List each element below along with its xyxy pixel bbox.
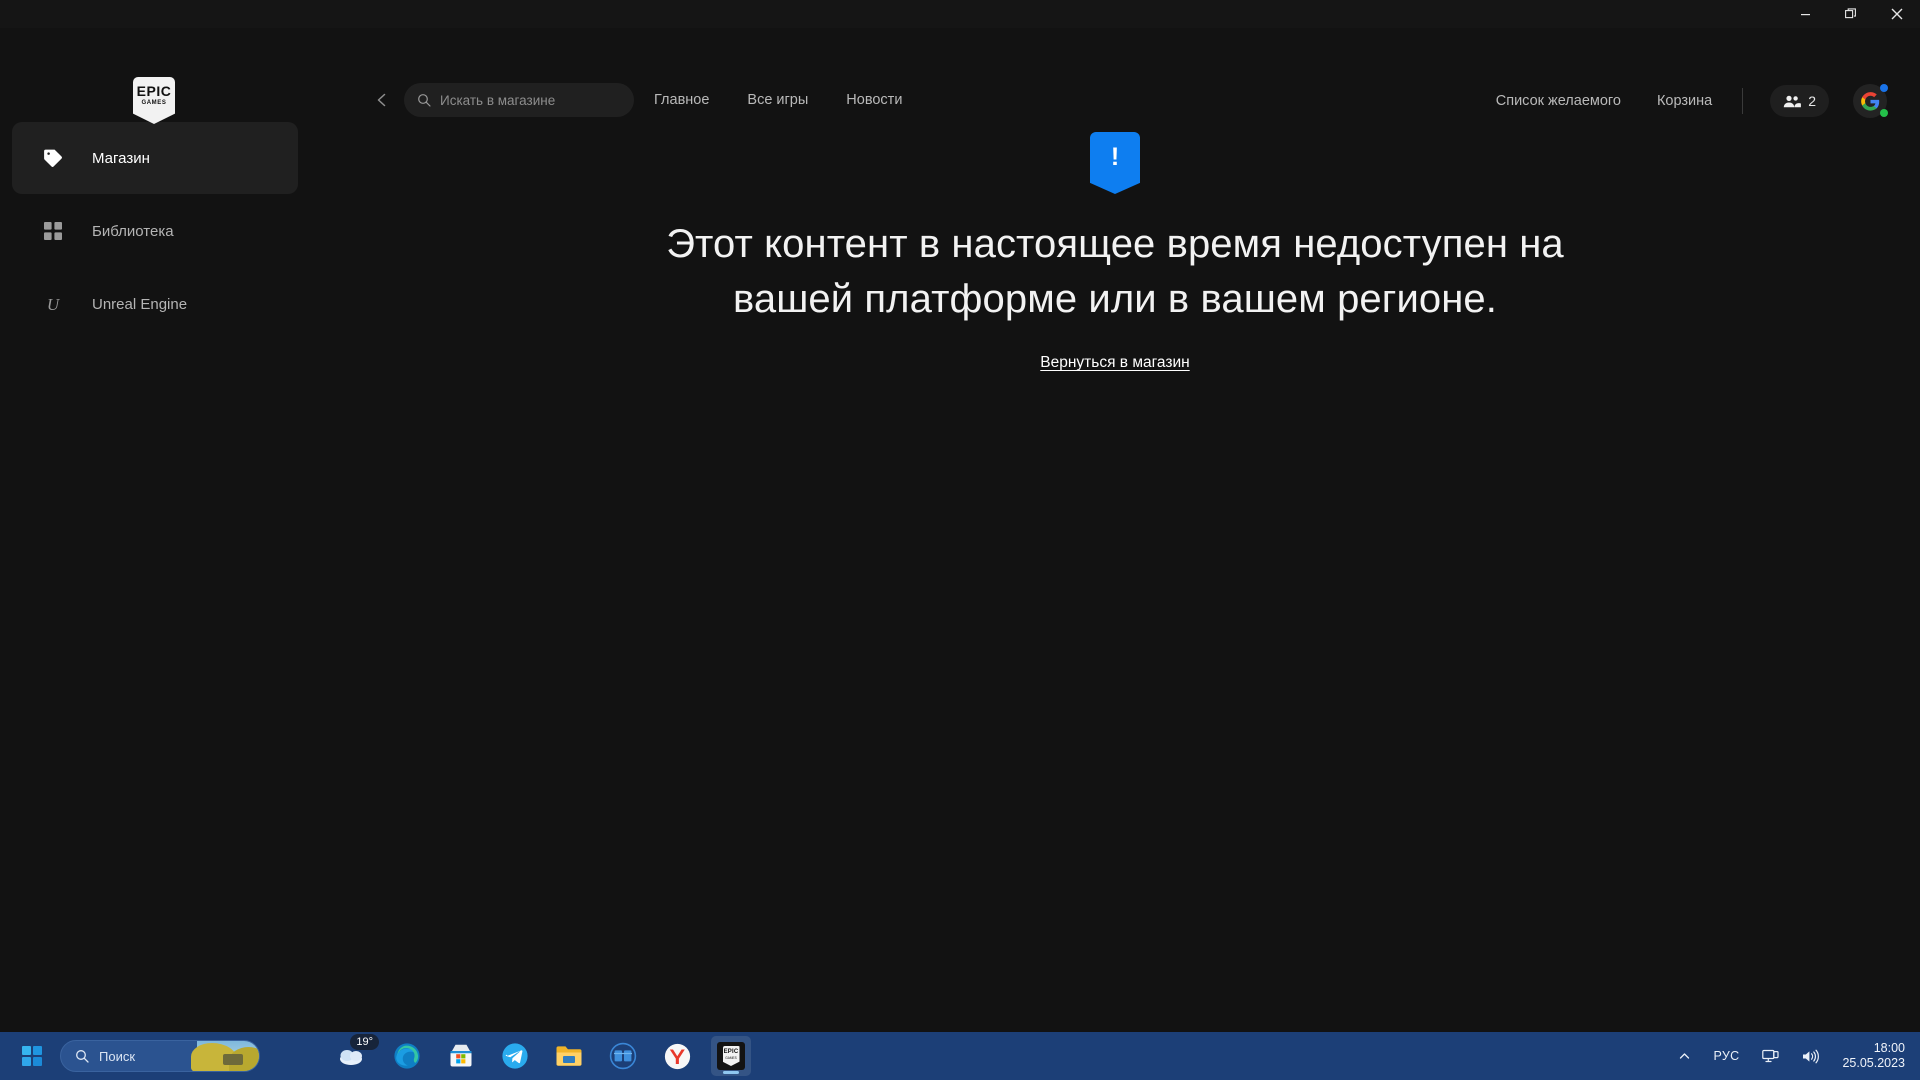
- sidebar-item-store[interactable]: Магазин: [12, 122, 298, 194]
- sidebar-item-label: Магазин: [92, 149, 150, 167]
- main-content: ! Этот контент в настоящее время недосту…: [310, 104, 1920, 1024]
- search-placeholder: Искать в магазине: [440, 92, 556, 108]
- logo-text-games: GAMES: [141, 100, 167, 106]
- restore-button[interactable]: [1828, 0, 1874, 28]
- minimize-button[interactable]: [1782, 0, 1828, 28]
- windows-taskbar: Поиск 19° EPIC GAMES РУС 18:00 25.05.202…: [0, 1032, 1920, 1080]
- tag-icon: [42, 148, 64, 168]
- sidebar-nav: Магазин Библиотека U Unreal Engine: [0, 122, 310, 340]
- window-title-bar: [0, 0, 1920, 28]
- people-icon: [1783, 95, 1802, 108]
- taskbar-item-gs-app[interactable]: [603, 1036, 643, 1076]
- taskbar-item-microsoft-store[interactable]: [441, 1036, 481, 1076]
- epic-games-taskbar-icon: EPIC GAMES: [717, 1042, 745, 1070]
- nav-item-home[interactable]: Главное: [654, 92, 709, 108]
- windows-logo-icon: [21, 1045, 43, 1067]
- taskbar-item-yandex-browser[interactable]: [657, 1036, 697, 1076]
- nav-item-news[interactable]: Новости: [846, 92, 902, 108]
- logo-text-epic: EPIC: [136, 83, 172, 99]
- taskbar-search-input[interactable]: Поиск: [60, 1040, 260, 1072]
- window-controls: [1782, 0, 1920, 28]
- unreal-icon: U: [42, 294, 64, 314]
- search-input[interactable]: Искать в магазине: [404, 83, 634, 117]
- tray-network-button[interactable]: [1757, 1045, 1784, 1068]
- active-app-indicator: [723, 1071, 739, 1074]
- google-g-icon: [1860, 91, 1879, 111]
- epic-games-logo[interactable]: EPIC GAMES: [133, 77, 175, 124]
- search-icon: [417, 93, 431, 107]
- alert-banner-icon: !: [1090, 132, 1140, 194]
- tray-clock[interactable]: 18:00 25.05.2023: [1837, 1037, 1910, 1075]
- taskbar-item-weather[interactable]: 19°: [333, 1034, 379, 1076]
- taskbar-search-label: Поиск: [99, 1048, 136, 1064]
- taskbar-item-epic-games-launcher[interactable]: EPIC GAMES: [711, 1036, 751, 1076]
- sidebar-item-label: Unreal Engine: [92, 295, 188, 313]
- primary-nav: Главное Все игры Новости: [654, 83, 902, 117]
- cart-link[interactable]: Корзина: [1657, 93, 1712, 109]
- wishlist-link[interactable]: Список желаемого: [1496, 93, 1621, 109]
- tray-overflow-button[interactable]: [1673, 1046, 1696, 1067]
- weather-temperature-badge: 19°: [350, 1034, 379, 1050]
- search-icon: [75, 1049, 89, 1063]
- epic-games-launcher-window: EPIC GAMES Искать в магазине Главное Все…: [0, 0, 1920, 1080]
- svg-text:U: U: [47, 295, 61, 314]
- taskbar-item-telegram[interactable]: [495, 1036, 535, 1076]
- tray-volume-button[interactable]: [1797, 1045, 1824, 1068]
- back-to-store-link[interactable]: Вернуться в магазин: [1040, 354, 1189, 372]
- header-divider: [1742, 88, 1744, 114]
- avatar[interactable]: [1853, 84, 1888, 118]
- start-button[interactable]: [12, 1036, 52, 1076]
- header-right-actions: Список желаемого Корзина 2: [1496, 83, 1920, 119]
- online-status-dot: [1880, 109, 1888, 117]
- nav-item-all-games[interactable]: Все игры: [747, 92, 808, 108]
- taskbar-left: Поиск: [12, 1036, 260, 1076]
- notification-dot: [1880, 84, 1888, 92]
- back-chevron-icon[interactable]: [368, 86, 396, 114]
- taskbar-item-edge[interactable]: [387, 1036, 427, 1076]
- exclamation-mark: !: [1110, 143, 1120, 171]
- clock-date: 25.05.2023: [1842, 1056, 1905, 1070]
- taskbar-item-file-explorer[interactable]: [549, 1036, 589, 1076]
- store-header: EPIC GAMES Искать в магазине Главное Все…: [0, 28, 1920, 124]
- sidebar-item-library[interactable]: Библиотека: [12, 195, 298, 267]
- friends-count: 2: [1808, 93, 1816, 109]
- sidebar-item-label: Библиотека: [92, 222, 174, 240]
- sidebar-item-unreal-engine[interactable]: U Unreal Engine: [12, 268, 298, 340]
- taskbar-app-icons: 19° EPIC GAMES: [333, 1034, 751, 1076]
- grid-icon: [42, 222, 64, 240]
- language-label: РУС: [1713, 1049, 1740, 1063]
- friends-button[interactable]: 2: [1770, 85, 1829, 117]
- close-button[interactable]: [1874, 0, 1920, 28]
- system-tray: РУС 18:00 25.05.2023: [1673, 1037, 1911, 1075]
- search-highlight-thumbnail: [191, 1041, 259, 1071]
- page-title: Этот контент в настоящее время недоступе…: [666, 222, 1564, 321]
- clock-time: 18:00: [1873, 1041, 1905, 1055]
- tray-language-indicator[interactable]: РУС: [1709, 1045, 1745, 1067]
